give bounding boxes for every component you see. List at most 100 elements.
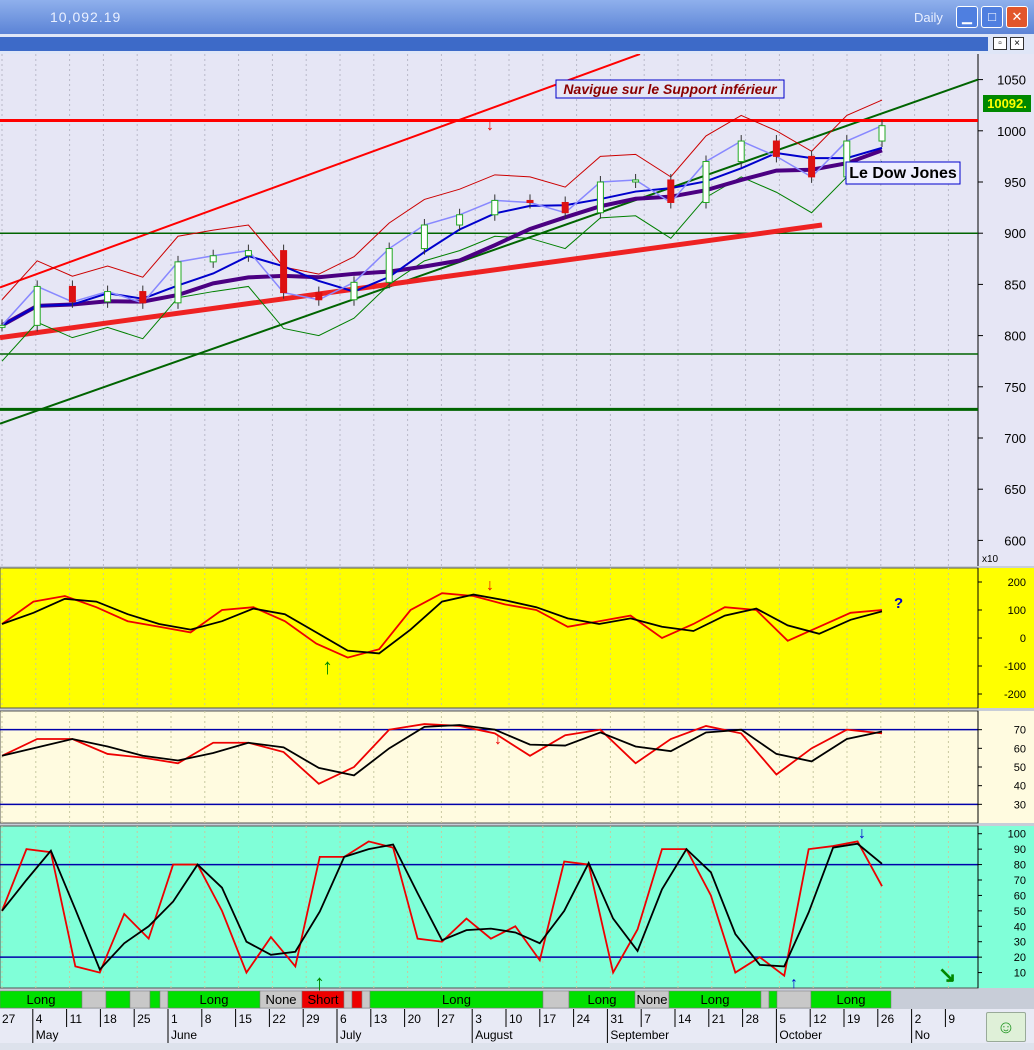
rsi-tick-label: 30 (1014, 799, 1026, 811)
candle-body (491, 199, 499, 216)
x-day-label: 6 (340, 1012, 347, 1026)
cci-tick-label: 0 (1020, 633, 1026, 645)
candle-body (209, 255, 217, 263)
x-day-label: 11 (70, 1012, 83, 1026)
x-day-label: 27 (441, 1012, 455, 1026)
candle-body (350, 281, 358, 301)
signal-label: None (265, 992, 296, 1007)
candle-body (632, 179, 640, 183)
rsi-panel: 70 60 50 40 30 ↓ (0, 710, 1034, 824)
rsi-tick-label: 40 (1014, 781, 1026, 793)
candle-body (878, 125, 886, 142)
x-day-label: 18 (103, 1012, 117, 1026)
x-day-label: 8 (205, 1012, 212, 1026)
candle-body (456, 214, 464, 226)
price-tick-label: 800 (1004, 329, 1026, 344)
price-tick-label: 850 (1004, 277, 1026, 292)
signal-label: Long (837, 992, 866, 1007)
buy-arrow-icon: ↑ (790, 975, 798, 992)
signal-label: Long (442, 992, 471, 1007)
signal-segment-long (105, 990, 131, 1009)
window-title: 10,092.19 (50, 9, 122, 25)
buy-arrow-icon: ↑ (322, 654, 333, 679)
x-day-label: 3 (475, 1012, 482, 1026)
stochastic-tick-label: 40 (1014, 921, 1026, 933)
candle-body (420, 224, 428, 250)
price-tick-label: 750 (1004, 380, 1026, 395)
sell-arrow-icon: ↓ (486, 577, 494, 594)
signal-label: Long (701, 992, 730, 1007)
signal-label: Short (307, 992, 338, 1007)
candle-body (596, 181, 604, 214)
cci-tick-label: -100 (1004, 661, 1026, 673)
rsi-tick-label: 60 (1014, 743, 1026, 755)
candle-body (772, 140, 780, 157)
price-tick-label: 950 (1004, 175, 1026, 190)
cci-panel: 200 100 0 -100 -200? ↑ ↓ (0, 567, 1034, 709)
signal-label: Long (27, 992, 56, 1007)
signal-segment-short (351, 990, 363, 1009)
candle-body (104, 291, 112, 303)
candle-body (808, 155, 816, 178)
period-label[interactable]: Daily (914, 10, 943, 25)
x-month-label: July (340, 1028, 361, 1042)
signal-segment-long (768, 990, 778, 1009)
cci-tick-label: 200 (1008, 577, 1026, 589)
candle-body (526, 199, 534, 203)
sell-arrow-icon: ↓ (486, 117, 494, 134)
signal-segment-none (81, 990, 107, 1009)
x-month-label: October (779, 1028, 822, 1042)
price-tick-label: 900 (1004, 226, 1026, 241)
annotation-text: Navigue sur le Support inférieur (563, 81, 778, 97)
signal-segment-long (149, 990, 161, 1009)
candle-body (68, 285, 76, 303)
smiley-icon[interactable]: ☺ (986, 1012, 1026, 1042)
signal-segment-none (760, 990, 770, 1009)
price-tick-label: 700 (1004, 431, 1026, 446)
chart-canvas: 10501000950900850800750700650600↓Navigue… (0, 54, 1034, 1044)
candle-body (561, 201, 569, 214)
rsi-tick-label: 70 (1014, 725, 1026, 737)
close-chart-icon[interactable]: × (1010, 37, 1024, 50)
signal-segment-none (159, 990, 169, 1009)
title-bar: 10,092.19 Daily ▁ □ ✕ (0, 0, 1034, 34)
candle-body (244, 250, 252, 257)
maximize-icon[interactable]: □ (981, 6, 1003, 28)
close-icon[interactable]: ✕ (1006, 6, 1028, 28)
stochastic-tick-label: 50 (1014, 906, 1026, 918)
price-tick-label: 600 (1004, 533, 1026, 548)
x-month-label: September (610, 1028, 669, 1042)
cci-tick-label: 100 (1008, 605, 1026, 617)
x-day-label: 5 (779, 1012, 786, 1026)
x-day-label: 10 (509, 1012, 523, 1026)
signal-label: Long (588, 992, 617, 1007)
signal-segment-none (129, 990, 151, 1009)
last-value-label: 10092. (987, 96, 1027, 111)
price-tick-label: 650 (1004, 482, 1026, 497)
candle-body (737, 140, 745, 163)
minimize-icon[interactable]: ▁ (956, 6, 978, 28)
price-tick-label: 1050 (997, 73, 1026, 88)
signal-segment-none (776, 990, 812, 1009)
candle-body (315, 292, 323, 301)
candle-body (385, 248, 393, 283)
x-day-label: 13 (374, 1012, 388, 1026)
signal-bar: Long Long None Short Long Long None Long Long (0, 990, 892, 1009)
restore-icon[interactable]: ▫ (993, 37, 1007, 50)
x-day-label: 7 (644, 1012, 651, 1026)
chart-toolbar: ▫ × (0, 34, 1034, 55)
candle-body (174, 261, 182, 304)
x-day-label: 20 (408, 1012, 422, 1026)
x-month-label: No (915, 1028, 931, 1042)
x-month-label: August (475, 1028, 513, 1042)
candle-body (280, 250, 288, 294)
x-day-label: 1 (171, 1012, 178, 1026)
stochastic-tick-label: 100 (1008, 829, 1026, 841)
x-day-label: 24 (577, 1012, 591, 1026)
x-day-label: 4 (36, 1012, 43, 1026)
x-day-label: 27 (2, 1012, 16, 1026)
stochastic-tick-label: 20 (1014, 952, 1026, 964)
question-mark-annotation: ? (894, 595, 903, 612)
x-axis: 27 4 11 18 25 1 8 15 22 29 6 13 20 27 3 10 17 24 31 7 14 21 28… (0, 1009, 1034, 1044)
stochastic-tick-label: 90 (1014, 844, 1026, 856)
